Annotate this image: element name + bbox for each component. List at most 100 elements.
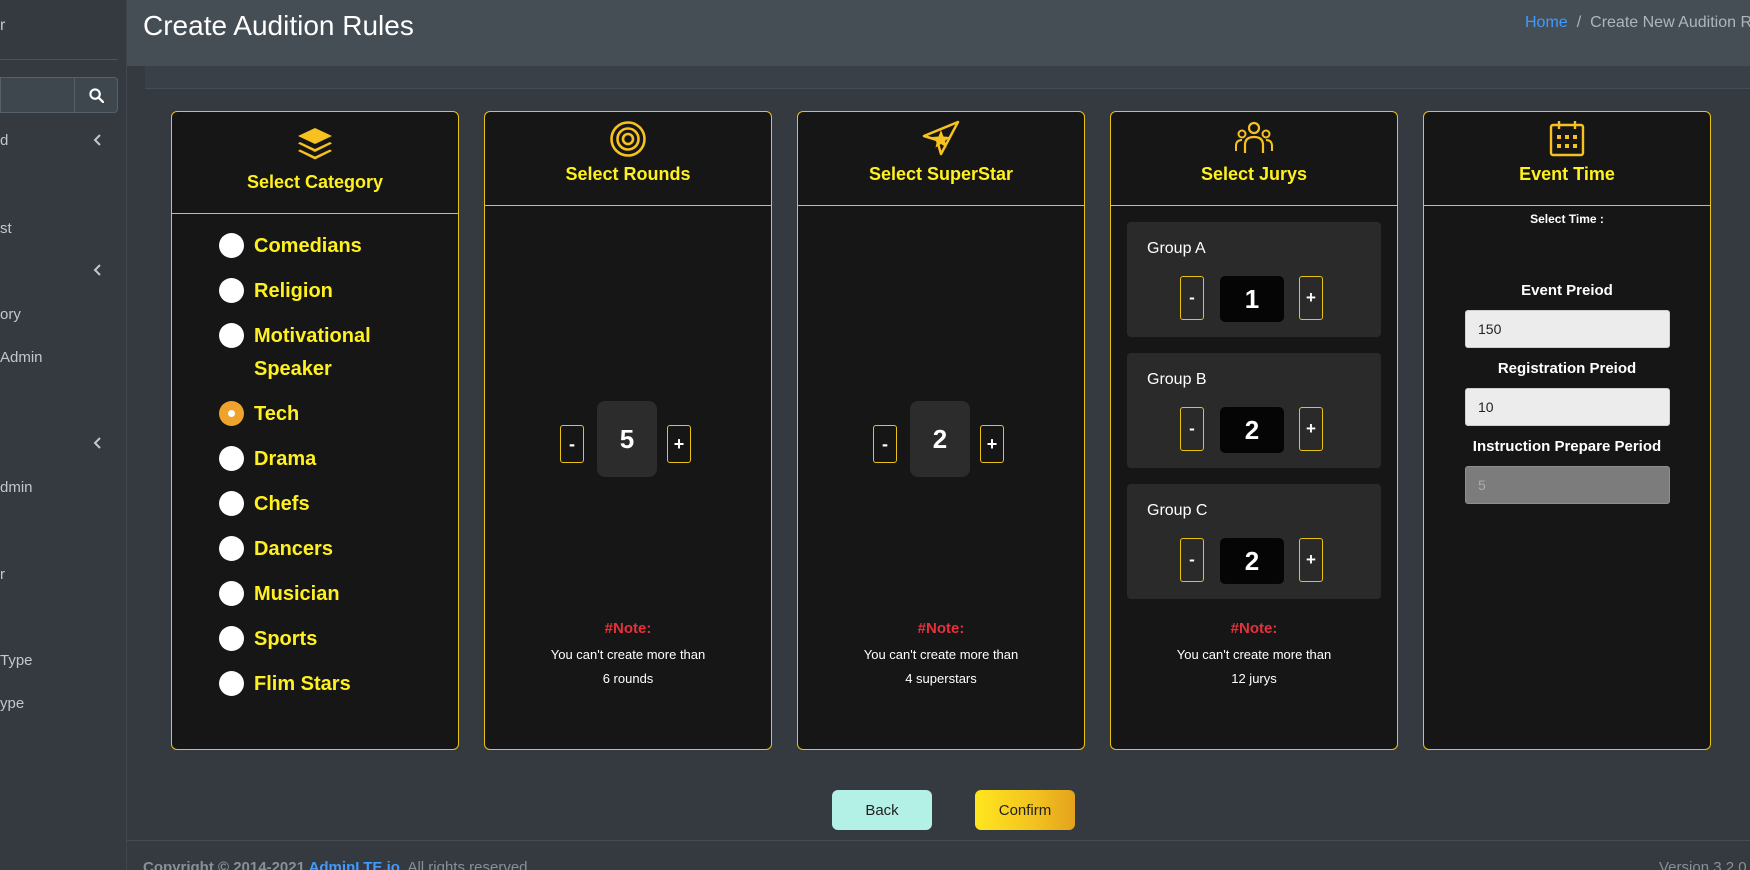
jurys-panel: Select Jurys Group A - 1 + Group B - 2 +… <box>1110 111 1398 750</box>
jurys-note: #Note: You can't create more than 12 jur… <box>1111 620 1397 691</box>
category-option-selected[interactable]: Tech <box>219 398 439 431</box>
category-label: Chefs <box>254 493 310 515</box>
sidebar-search-input[interactable] <box>0 77 74 113</box>
superstar-note: #Note: You can't create more than 4 supe… <box>798 620 1084 691</box>
category-option[interactable]: Musician <box>219 578 439 611</box>
sidebar-brand[interactable]: r <box>0 17 5 35</box>
group-b-decrement-button[interactable]: - <box>1180 407 1204 451</box>
event-time-panel-header: Event Time <box>1424 112 1710 206</box>
footer-link[interactable]: AdminLTE.io <box>309 859 400 870</box>
superstar-decrement-button[interactable]: - <box>873 425 897 463</box>
radio-button[interactable] <box>219 581 244 606</box>
category-option[interactable]: Sports <box>219 623 439 656</box>
category-options: Comedians Religion Motivational Speaker … <box>219 230 439 713</box>
sidebar-search-button[interactable] <box>74 77 118 113</box>
sidebar-item-2[interactable]: st <box>0 220 12 237</box>
superstar-increment-button[interactable]: + <box>980 425 1004 463</box>
radio-button[interactable] <box>219 446 244 471</box>
group-a-decrement-button[interactable]: - <box>1180 276 1204 320</box>
star-plane-icon <box>922 120 960 156</box>
category-label: Drama <box>254 448 317 470</box>
group-label: Group B <box>1147 371 1207 388</box>
registration-period-input[interactable]: 10 <box>1465 388 1670 426</box>
event-time-title: Event Time <box>1519 164 1615 184</box>
sidebar: r d st ory Admin dmin r Type ype <box>0 0 127 870</box>
category-option[interactable]: Flim Stars <box>219 668 439 701</box>
instruction-period-input[interactable]: 5 <box>1465 466 1670 504</box>
breadcrumb: Home / Create New Audition Rul <box>1525 14 1750 32</box>
sidebar-item-5[interactable]: Admin <box>0 349 43 366</box>
target-icon <box>610 121 646 157</box>
note-title: #Note: <box>1230 620 1278 637</box>
radio-button[interactable] <box>219 626 244 651</box>
rounds-increment-button[interactable]: + <box>667 425 691 463</box>
content-card-top <box>145 66 1750 89</box>
category-option[interactable]: Comedians <box>219 230 439 263</box>
footer-copyright: Copyright © 2014-2021 AdminLTE.io. All r… <box>143 859 532 870</box>
search-icon <box>88 87 104 103</box>
jury-group-b: Group B - 2 + <box>1127 353 1381 468</box>
category-option[interactable]: Chefs <box>219 488 439 521</box>
group-b-value: 2 <box>1220 407 1284 453</box>
page-title: Create Audition Rules <box>143 10 414 41</box>
group-c-value: 2 <box>1220 538 1284 584</box>
jury-group-a: Group A - 1 + <box>1127 222 1381 337</box>
category-label: Religion <box>254 280 333 302</box>
breadcrumb-current: Create New Audition Rul <box>1590 14 1750 31</box>
sidebar-item-8[interactable]: r <box>0 566 5 583</box>
category-option[interactable]: Religion <box>219 275 439 308</box>
category-label: Dancers <box>254 538 333 560</box>
group-a-value: 1 <box>1220 276 1284 322</box>
group-b-increment-button[interactable]: + <box>1299 407 1323 451</box>
rounds-panel-header: Select Rounds <box>485 112 771 206</box>
radio-button[interactable] <box>219 536 244 561</box>
rounds-decrement-button[interactable]: - <box>560 425 584 463</box>
chevron-left-icon[interactable] <box>92 134 104 146</box>
event-period-label: Event Preiod <box>1521 282 1613 299</box>
sidebar-item-4[interactable]: ory <box>0 306 21 323</box>
breadcrumb-home-link[interactable]: Home <box>1525 14 1568 31</box>
event-time-panel: Event Time Select Time : Event Preiod 15… <box>1423 111 1711 750</box>
chevron-left-icon[interactable] <box>92 264 104 276</box>
category-label: Motivational Speaker <box>254 325 371 380</box>
jurys-title: Select Jurys <box>1200 164 1308 184</box>
sidebar-item-7[interactable]: dmin <box>0 479 33 496</box>
back-button[interactable]: Back <box>832 790 932 830</box>
category-option[interactable]: Drama <box>219 443 439 476</box>
group-label: Group C <box>1147 502 1208 519</box>
radio-button[interactable] <box>219 491 244 516</box>
radio-button[interactable] <box>219 671 244 696</box>
instruction-period-label: Instruction Prepare Period <box>1472 438 1662 455</box>
radio-button[interactable] <box>219 278 244 303</box>
event-period-input[interactable]: 150 <box>1465 310 1670 348</box>
sidebar-item-10[interactable]: ype <box>0 695 24 712</box>
jury-group-c: Group C - 2 + <box>1127 484 1381 599</box>
category-option[interactable]: Dancers <box>219 533 439 566</box>
registration-period-label: Registration Preiod <box>1497 360 1637 377</box>
sidebar-item-9[interactable]: Type <box>0 652 33 669</box>
note-text: 12 jurys <box>1231 671 1277 686</box>
calendar-icon <box>1549 121 1585 157</box>
category-label: Tech <box>254 403 300 425</box>
radio-button-checked[interactable] <box>219 401 244 426</box>
radio-button[interactable] <box>219 233 244 258</box>
category-label: Sports <box>254 628 318 650</box>
group-a-increment-button[interactable]: + <box>1299 276 1323 320</box>
note-text: 6 rounds <box>602 671 654 686</box>
chevron-left-icon[interactable] <box>92 437 104 449</box>
category-option[interactable]: Motivational Speaker <box>219 320 439 386</box>
note-title: #Note: <box>604 620 652 637</box>
note-text: You can't create more than <box>550 647 706 662</box>
sidebar-item-1[interactable]: d <box>0 132 8 149</box>
select-time-label: Select Time : <box>1530 212 1604 226</box>
superstar-value: 2 <box>910 401 970 477</box>
group-c-decrement-button[interactable]: - <box>1180 538 1204 582</box>
group-c-increment-button[interactable]: + <box>1299 538 1323 582</box>
superstar-title: Select SuperStar <box>868 164 1014 184</box>
category-panel: Select Category Comedians Religion Motiv… <box>171 111 459 750</box>
radio-button[interactable] <box>219 323 244 348</box>
footer: Copyright © 2014-2021 AdminLTE.io. All r… <box>127 840 1750 870</box>
confirm-button[interactable]: Confirm <box>975 790 1075 830</box>
superstar-panel-header: Select SuperStar <box>798 112 1084 206</box>
category-label: Comedians <box>254 235 362 257</box>
